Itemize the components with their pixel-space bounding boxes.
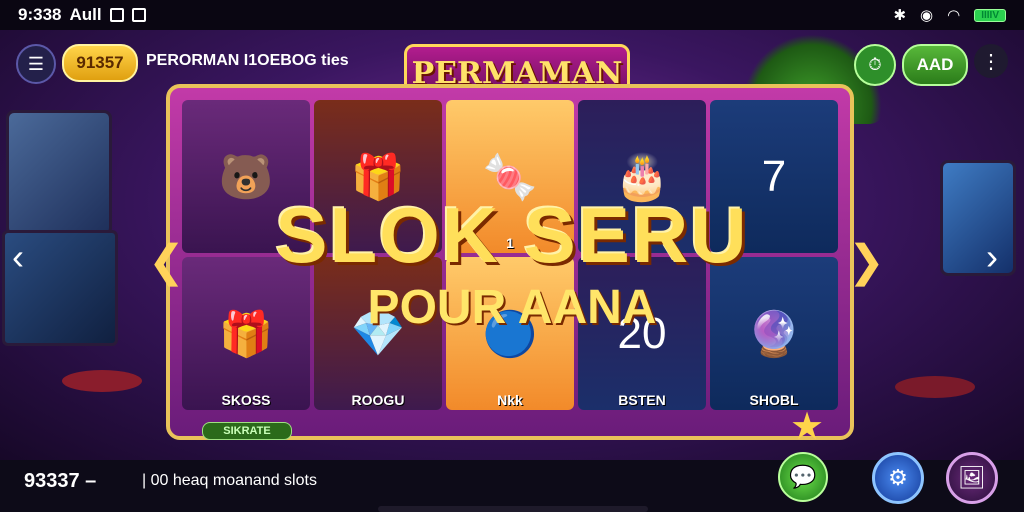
arrow-right-icon[interactable]: › — [986, 236, 998, 278]
menu-icon: ☰ — [27, 53, 45, 74]
status-signal: Aull — [69, 5, 102, 24]
stool-right — [895, 376, 975, 398]
gallery-button[interactable]: 🖼 — [946, 452, 998, 504]
arcade-machine-left — [6, 110, 112, 236]
reel-label: Nkk — [497, 392, 523, 408]
arcade-machine-right — [940, 160, 1016, 276]
reel-label: BSTEN — [618, 392, 666, 408]
balance-text: 93337 – — [24, 470, 97, 492]
chat-icon: 💬 — [789, 464, 817, 489]
stool-left — [62, 370, 142, 392]
mute-icon: ✱ — [893, 7, 907, 24]
timer-icon: ⏱ — [868, 55, 882, 74]
status-bar: 9:338 Aull ✱ ◉ ◠ IIIIV — [0, 0, 1024, 30]
frame-tag: SIKRATE — [202, 422, 292, 440]
reel-next-button[interactable]: ❯ — [848, 236, 885, 287]
header-label: PERORMAN I1OEBOG ties — [146, 52, 349, 69]
gallery-icon: 🖼 — [958, 465, 986, 490]
menu-button[interactable]: ☰ — [16, 44, 56, 84]
home-indicator[interactable] — [378, 506, 648, 512]
battery-icon: IIIIV — [974, 8, 1006, 22]
timer-button[interactable]: ⏱ — [854, 44, 896, 86]
more-options-button[interactable]: ⋮ — [974, 44, 1008, 78]
caption-text: 00 heaq moanand slots — [150, 472, 317, 489]
notification-icon — [131, 8, 146, 22]
reel-prev-button[interactable]: ❮ — [148, 236, 185, 287]
wifi-icon: ◠ — [947, 7, 961, 24]
star-icon: ★ — [790, 406, 825, 448]
divider: | — [142, 472, 147, 489]
chat-button[interactable]: 💬 — [778, 452, 828, 502]
alarm-icon: ◉ — [920, 7, 934, 24]
reel-symbol: 🔮 — [746, 309, 802, 359]
status-time: 9:338 — [18, 5, 62, 24]
notification-icon — [109, 8, 124, 22]
reel-label: ROOGU — [351, 392, 405, 408]
reel-symbol: 🎁 — [218, 309, 274, 359]
settings-button[interactable]: ⚙ — [872, 452, 924, 504]
reel-label: SKOSS — [221, 392, 271, 408]
game-title: SLOK SERU — [275, 191, 749, 279]
coin-balance-button[interactable]: 91357 — [62, 44, 138, 82]
more-icon: ⋮ — [981, 50, 1001, 73]
bottom-caption: | 00 heaq moanand slots — [142, 472, 317, 490]
game-subtitle: POUR AANA — [367, 281, 657, 334]
settings-icon: ⚙ — [888, 465, 908, 490]
arrow-left-icon[interactable]: ‹ — [12, 236, 24, 278]
add-button[interactable]: AAD — [902, 44, 968, 86]
